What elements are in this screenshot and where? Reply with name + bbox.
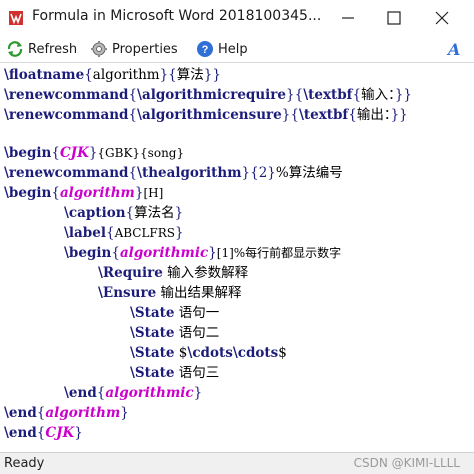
status-bar: Ready CSDN @KIMI-LLLL — [0, 452, 474, 474]
code-line-15: \State 语句三 — [130, 365, 220, 381]
code-line-12: \State 语句一 — [130, 305, 220, 321]
code-line-8: \label{ABCLFRS} — [64, 225, 184, 241]
help-button[interactable]: ? Help — [196, 39, 248, 59]
status-text: Ready — [4, 456, 45, 471]
code-line-5: \renewcommand{\thealgorithm}{2}%算法编号 — [4, 165, 343, 181]
code-line-2: \renewcommand{\algorithmicrequire}{\text… — [4, 87, 413, 103]
code-line-13: \State 语句二 — [130, 325, 220, 341]
help-label: Help — [218, 41, 248, 57]
code-line-9: \begin{algorithmic}[1]%每行前都显示数字 — [64, 245, 342, 261]
toolbar: Refresh Properties ? Help A — [0, 36, 474, 62]
refresh-icon — [7, 41, 23, 57]
properties-button[interactable]: Properties — [90, 39, 178, 59]
code-line-14: \State $\cdots\cdots$ — [130, 345, 287, 361]
window-title: Formula in Microsoft Word 2018100345... — [32, 8, 322, 24]
code-line-10: \Require 输入参数解释 — [98, 265, 249, 281]
latex-code-view[interactable]: \floatname{algorithm}{算法}} \renewcommand… — [0, 62, 474, 453]
help-icon: ? — [197, 41, 213, 57]
refresh-button[interactable]: Refresh — [6, 39, 77, 59]
maximize-icon[interactable] — [384, 8, 404, 28]
code-line-18: \end{CJK} — [4, 425, 83, 441]
title-bar: Formula in Microsoft Word 2018100345... — [0, 0, 474, 36]
code-line-16: \end{algorithmic} — [64, 385, 203, 401]
svg-text:?: ? — [202, 44, 209, 56]
code-line-3: \renewcommand{\algorithmicensure}{\textb… — [4, 107, 408, 123]
code-line-4: \begin{CJK}{GBK}{song} — [4, 145, 185, 161]
code-line-7: \caption{算法名} — [64, 205, 184, 221]
refresh-label: Refresh — [28, 41, 78, 57]
app-icon — [9, 11, 23, 25]
code-line-6: \begin{algorithm}[H] — [4, 185, 164, 201]
gear-icon — [91, 41, 107, 57]
properties-label: Properties — [112, 41, 178, 57]
code-line-17: \end{algorithm} — [4, 405, 129, 421]
code-line-11: \Ensure 输出结果解释 — [98, 285, 242, 301]
watermark: CSDN @KIMI-LLLL — [353, 456, 460, 470]
close-icon[interactable] — [432, 8, 452, 28]
italic-format-icon[interactable]: A — [448, 39, 460, 59]
code-line-1: \floatname{algorithm}{算法}} — [4, 67, 221, 83]
minimize-icon[interactable] — [338, 8, 358, 28]
